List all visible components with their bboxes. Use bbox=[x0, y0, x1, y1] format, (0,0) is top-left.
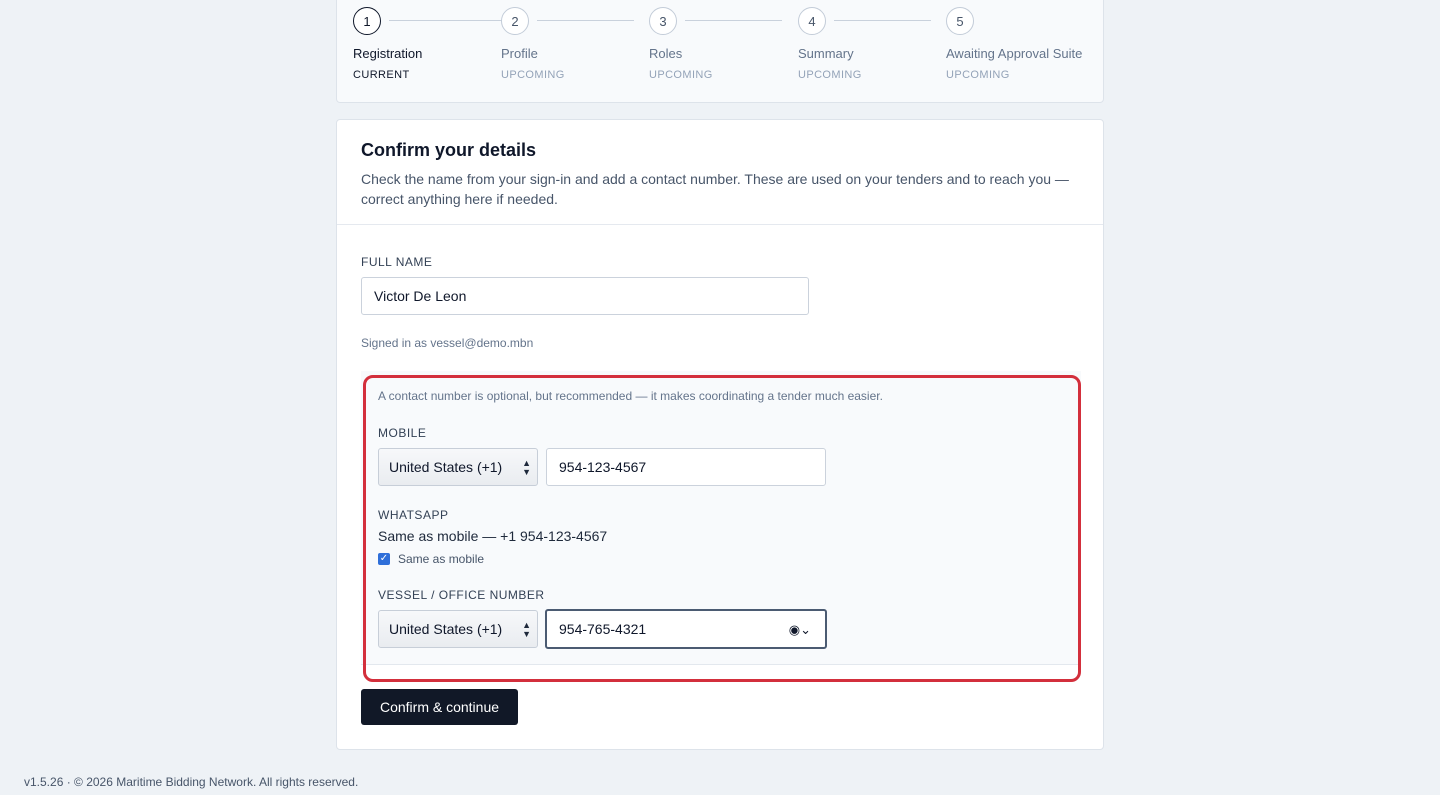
step-number: 4 bbox=[798, 7, 826, 35]
step-status: UPCOMING bbox=[649, 69, 713, 81]
step-connector bbox=[389, 20, 502, 21]
step-number: 5 bbox=[946, 7, 974, 35]
vessel-country-select[interactable]: United States (+1) ▲ ▼ bbox=[378, 610, 538, 648]
step-connector bbox=[537, 20, 634, 21]
confirm-continue-button[interactable]: Confirm & continue bbox=[361, 689, 518, 725]
step-status: UPCOMING bbox=[798, 69, 862, 81]
registration-stepper: 1 Registration CURRENT 2 Profile UPCOMIN… bbox=[336, 0, 1104, 103]
step-awaiting-approval: 5 Awaiting Approval Suite UPCOMING bbox=[946, 7, 1096, 97]
mobile-number-value: 954-123-4567 bbox=[559, 459, 647, 475]
full-name-value: Victor De Leon bbox=[374, 288, 467, 304]
step-status: UPCOMING bbox=[946, 69, 1010, 81]
whatsapp-same-as-mobile[interactable]: ✓ Same as mobile bbox=[378, 552, 484, 566]
step-title: Awaiting Approval Suite bbox=[946, 46, 1083, 61]
step-title: Registration bbox=[353, 46, 423, 61]
select-arrows-icon: ▲ ▼ bbox=[522, 458, 531, 477]
step-summary: 4 Summary UPCOMING bbox=[798, 7, 933, 97]
vessel-number-value: 954-765-4321 bbox=[559, 621, 647, 637]
step-connector bbox=[834, 20, 931, 21]
card-title: Confirm your details bbox=[361, 140, 537, 160]
step-number: 2 bbox=[501, 7, 529, 35]
mobile-country-select[interactable]: United States (+1) ▲ ▼ bbox=[378, 448, 538, 486]
vessel-number-input[interactable]: 954-765-4321 ◉⌄ bbox=[545, 609, 827, 649]
step-number: 3 bbox=[649, 7, 677, 35]
step-status: CURRENT bbox=[353, 69, 410, 81]
vessel-number-label: VESSEL / OFFICE NUMBER bbox=[378, 588, 545, 602]
page: 1 Registration CURRENT 2 Profile UPCOMIN… bbox=[0, 0, 1440, 795]
contact-hint: A contact number is optional, but recomm… bbox=[378, 389, 883, 403]
signed-in-text: Signed in as vessel@demo.mbn bbox=[361, 336, 534, 350]
same-as-mobile-label: Same as mobile bbox=[398, 552, 485, 566]
step-title: Summary bbox=[798, 46, 854, 61]
step-profile: 2 Profile UPCOMING bbox=[501, 7, 636, 97]
footer-text: v1.5.26 · © 2026 Maritime Bidding Networ… bbox=[24, 775, 359, 789]
confirm-details-card: Confirm your details Check the name from… bbox=[336, 119, 1104, 750]
checkbox-checked-icon[interactable]: ✓ bbox=[378, 553, 390, 565]
step-connector bbox=[685, 20, 782, 21]
step-number: 1 bbox=[353, 7, 381, 35]
select-arrows-icon: ▲ ▼ bbox=[522, 620, 531, 639]
card-description: Check the name from your sign-in and add… bbox=[361, 171, 1069, 207]
step-registration: 1 Registration CURRENT bbox=[353, 7, 502, 97]
mobile-country-value: United States (+1) bbox=[389, 459, 503, 475]
mobile-label: MOBILE bbox=[378, 426, 427, 440]
full-name-label: FULL NAME bbox=[361, 255, 433, 269]
whatsapp-value: Same as mobile — +1 954-123-4567 bbox=[378, 528, 608, 544]
contact-autofill-icon[interactable]: ◉⌄ bbox=[789, 622, 811, 638]
contact-numbers-panel: A contact number is optional, but recomm… bbox=[361, 371, 1081, 665]
step-title: Profile bbox=[501, 46, 538, 61]
mobile-number-input[interactable]: 954-123-4567 bbox=[546, 448, 826, 486]
whatsapp-label: WHATSAPP bbox=[378, 508, 449, 522]
step-title: Roles bbox=[649, 46, 683, 61]
divider bbox=[337, 224, 1103, 225]
full-name-input[interactable]: Victor De Leon bbox=[361, 277, 809, 315]
step-status: UPCOMING bbox=[501, 69, 565, 81]
step-roles: 3 Roles UPCOMING bbox=[649, 7, 784, 97]
vessel-country-value: United States (+1) bbox=[389, 621, 503, 637]
